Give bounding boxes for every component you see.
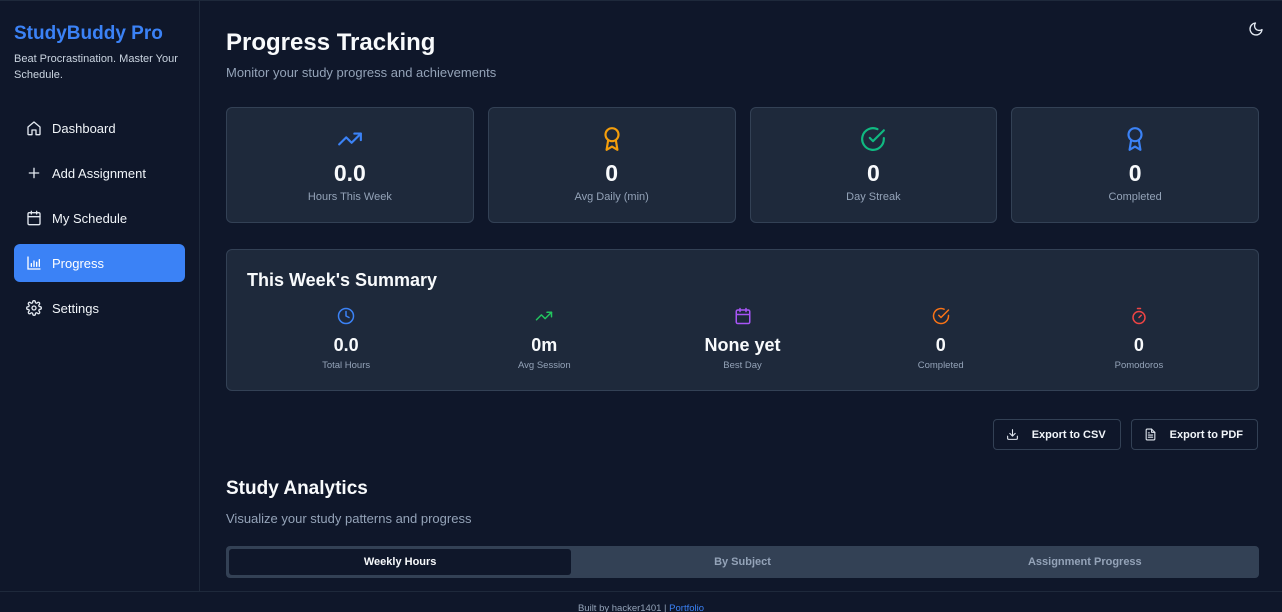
- gear-icon: [26, 300, 42, 316]
- timer-icon: [1132, 307, 1146, 325]
- analytics-tabs: Weekly Hours By Subject Assignment Progr…: [226, 546, 1259, 578]
- summary-item-total-hours: 0.0 Total Hours: [247, 307, 445, 371]
- sidebar-nav: Dashboard Add Assignment My Schedule Pro…: [14, 109, 185, 327]
- tab-by-subject[interactable]: By Subject: [571, 549, 913, 575]
- stat-card-avg-daily: 0 Avg Daily (min): [487, 107, 736, 223]
- trending-up-icon: [337, 132, 362, 146]
- summary-label: Total Hours: [322, 360, 371, 371]
- home-icon: [27, 121, 41, 136]
- stat-value: 0.0: [333, 160, 366, 186]
- award-icon: [1127, 127, 1143, 151]
- moon-icon: [1249, 22, 1263, 36]
- brand-title: StudyBuddy Pro: [14, 23, 163, 44]
- stat-value: 0: [866, 160, 880, 186]
- sidebar-item-my-schedule[interactable]: My Schedule: [14, 199, 185, 237]
- footer-text: Built by hacker1401 |: [577, 603, 670, 612]
- theme-toggle-button[interactable]: [1248, 21, 1264, 37]
- trending-up-icon: [536, 311, 553, 321]
- export-csv-button[interactable]: Export to CSV: [992, 419, 1121, 450]
- sidebar-item-label: Dashboard: [52, 120, 116, 136]
- portfolio-link[interactable]: Portfolio: [669, 603, 704, 612]
- summary-item-avg-session: 0m Avg Session: [445, 307, 643, 371]
- clock-icon: [337, 307, 355, 325]
- summary-label: Best Day: [723, 360, 762, 371]
- calendar-icon: [735, 307, 750, 325]
- app-root: StudyBuddy Pro Beat Procrastination. Mas…: [0, 0, 1282, 612]
- summary-value: 0m: [531, 335, 558, 355]
- export-pdf-label: Export to PDF: [1169, 428, 1243, 441]
- stats-row: 0.0 Hours This Week 0 Avg Daily (min) 0 …: [226, 107, 1259, 223]
- export-csv-label: Export to CSV: [1031, 428, 1106, 441]
- export-actions: Export to CSV Export to PDF: [992, 419, 1258, 450]
- main-content: Progress Tracking Monitor your study pro…: [201, 1, 1282, 591]
- file-text-icon: [1145, 428, 1156, 441]
- calendar-icon: [27, 210, 41, 226]
- award-icon: [604, 127, 620, 151]
- sidebar-item-label: Settings: [52, 300, 99, 316]
- stat-card-day-streak: 0 Day Streak: [749, 107, 998, 223]
- summary-title: This Week's Summary: [247, 270, 438, 290]
- sidebar-item-dashboard[interactable]: Dashboard: [14, 109, 185, 147]
- stat-label: Avg Daily (min): [574, 191, 649, 203]
- sidebar-item-add-assignment[interactable]: Add Assignment: [14, 154, 185, 192]
- check-circle-icon: [861, 127, 886, 151]
- stat-label: Day Streak: [846, 191, 901, 203]
- download-icon: [1006, 429, 1018, 440]
- summary-value: 0.0: [333, 335, 359, 355]
- summary-value: 0: [935, 335, 946, 355]
- stat-card-hours-this-week: 0.0 Hours This Week: [226, 107, 474, 223]
- summary-item-completed: 0 Completed: [842, 307, 1040, 371]
- brand-tagline: Beat Procrastination. Master Your Schedu…: [14, 53, 178, 81]
- sidebar-item-settings[interactable]: Settings: [14, 289, 185, 327]
- tab-assignment-progress[interactable]: Assignment Progress: [914, 549, 1256, 575]
- stat-value: 0: [1128, 160, 1142, 186]
- sidebar-item-progress[interactable]: Progress: [14, 244, 185, 282]
- sidebar: StudyBuddy Pro Beat Procrastination. Mas…: [0, 1, 200, 591]
- summary-item-best-day: None yet Best Day: [643, 307, 841, 371]
- stat-card-completed: 0 Completed: [1011, 107, 1259, 223]
- analytics-title: Study Analytics: [226, 478, 368, 499]
- stat-value: 0: [605, 160, 619, 186]
- sidebar-item-label: Progress: [52, 255, 105, 271]
- stat-label: Completed: [1108, 191, 1162, 203]
- weekly-summary-card: This Week's Summary 0.0 Total Hours 0m A…: [226, 249, 1259, 391]
- summary-value: 0: [1133, 335, 1144, 355]
- summary-label: Completed: [917, 360, 964, 371]
- page-subtitle: Monitor your study progress and achievem…: [226, 65, 497, 80]
- summary-value: None yet: [704, 335, 781, 355]
- summary-label: Pomodoros: [1114, 360, 1164, 371]
- summary-label: Avg Session: [517, 360, 571, 371]
- analytics-subtitle: Visualize your study patterns and progre…: [226, 511, 472, 526]
- page-title: Progress Tracking: [226, 29, 436, 56]
- bar-chart-icon: [27, 256, 41, 270]
- sidebar-item-label: Add Assignment: [52, 165, 146, 181]
- plus-icon: [28, 167, 40, 179]
- summary-grid: 0.0 Total Hours 0m Avg Session None yet …: [247, 307, 1238, 371]
- sidebar-item-label: My Schedule: [52, 210, 128, 226]
- summary-item-pomodoros: 0 Pomodoros: [1040, 307, 1238, 371]
- footer: Built by hacker1401 | Portfolio: [0, 591, 1282, 612]
- check-circle-icon: [932, 307, 949, 325]
- stat-label: Hours This Week: [307, 191, 392, 203]
- export-pdf-button[interactable]: Export to PDF: [1130, 419, 1258, 450]
- tab-weekly-hours[interactable]: Weekly Hours: [229, 549, 572, 575]
